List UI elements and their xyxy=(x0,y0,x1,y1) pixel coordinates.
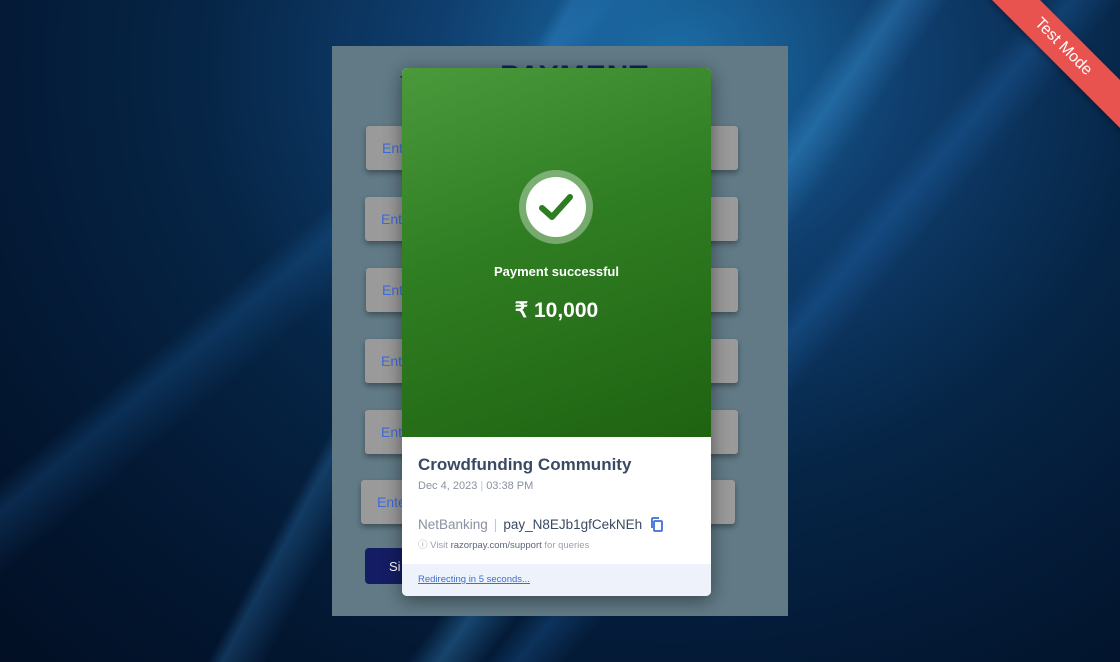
test-mode-label: Test Mode xyxy=(976,0,1120,134)
test-mode-ribbon: Test Mode xyxy=(970,0,1120,150)
payment-success-modal: Payment successful ₹ 10,000 Crowdfunding… xyxy=(402,68,711,596)
support-link[interactable]: razorpay.com/support xyxy=(451,540,542,551)
field-placeholder: Ent xyxy=(381,424,403,440)
field-placeholder: Ent xyxy=(382,282,404,298)
info-icon: ⓘ xyxy=(418,540,428,551)
payment-status: Payment successful xyxy=(493,264,619,279)
field-placeholder: Ent xyxy=(382,140,404,156)
success-banner: Payment successful ₹ 10,000 xyxy=(402,68,711,437)
payment-method: NetBanking xyxy=(418,517,488,532)
redirect-link[interactable]: Redirecting in 5 seconds... xyxy=(418,574,530,585)
checkmark-icon xyxy=(539,194,573,220)
payment-amount: ₹ 10,000 xyxy=(514,299,599,322)
modal-footer: Redirecting in 5 seconds... xyxy=(402,564,711,596)
payment-date: Dec 4, 2023 xyxy=(418,480,478,492)
payment-id: pay_N8EJb1gfCekNEh xyxy=(503,517,643,532)
field-placeholder: Ent xyxy=(381,353,403,369)
merchant-name: Crowdfunding Community xyxy=(418,455,632,474)
field-placeholder: Ent xyxy=(381,211,403,227)
payment-datetime: Dec 4, 2023 | 03:38 PM xyxy=(418,480,534,492)
payment-method-row: NetBanking | pay_N8EJb1gfCekNEh xyxy=(418,517,664,532)
success-badge xyxy=(519,170,593,244)
payment-time: 03:38 PM xyxy=(486,480,534,492)
copy-icon[interactable] xyxy=(650,517,664,532)
support-info: ⓘ Visit razorpay.com/support for queries xyxy=(418,540,590,551)
